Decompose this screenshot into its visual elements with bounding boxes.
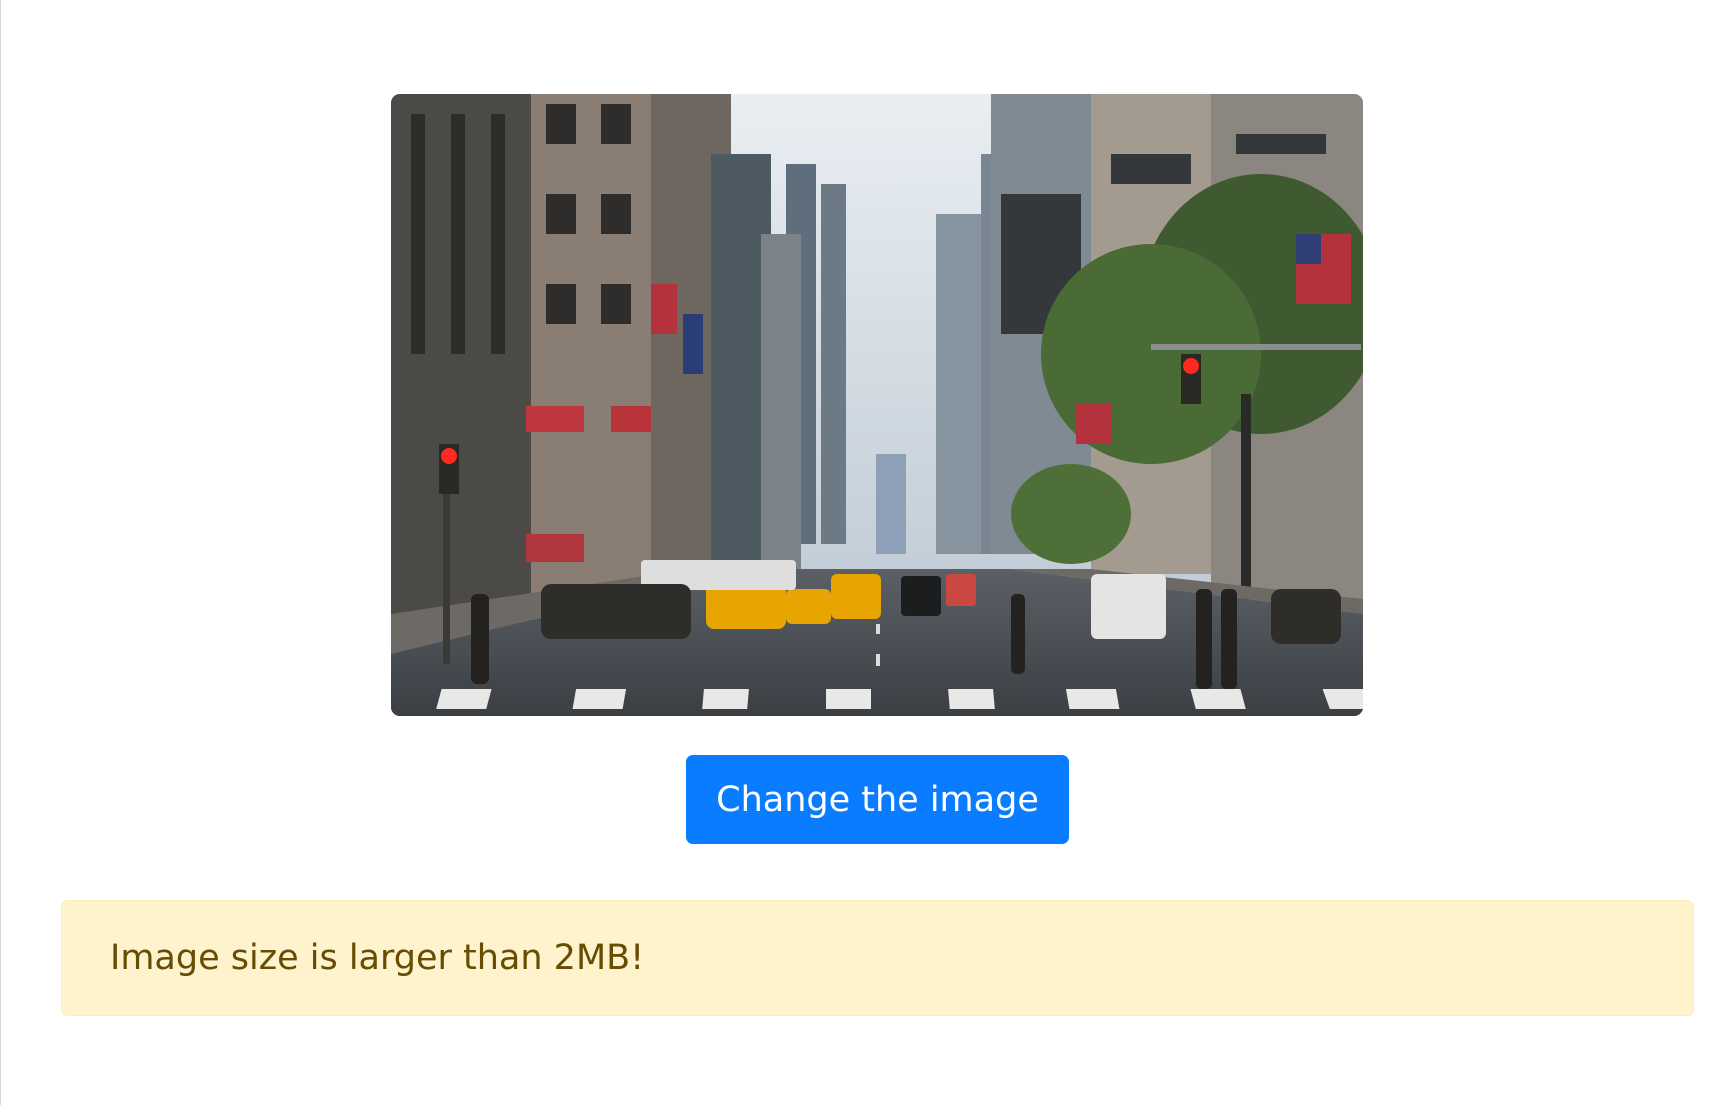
city-street-photo: [391, 94, 1363, 716]
change-image-button[interactable]: Change the image: [686, 755, 1069, 844]
alert-message: Image size is larger than 2MB!: [110, 938, 645, 978]
page: Change the image Image size is larger th…: [0, 0, 1736, 1105]
preview-image: [391, 94, 1363, 716]
warning-alert: Image size is larger than 2MB!: [61, 900, 1694, 1016]
